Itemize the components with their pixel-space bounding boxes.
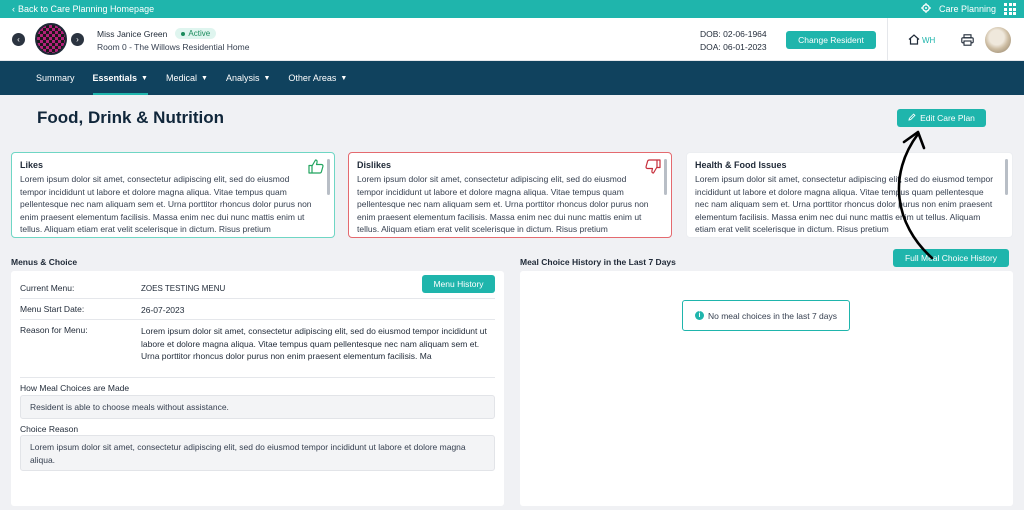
menu-start-date-label: Menu Start Date: [20,304,85,314]
thumbs-down-icon [645,159,661,179]
choice-reason-label: Choice Reason [20,424,79,434]
edit-care-plan-button[interactable]: Edit Care Plan [897,109,986,127]
nav-summary[interactable]: Summary [36,61,75,95]
chevron-down-icon: ▼ [141,74,148,82]
printer-icon[interactable] [961,33,974,51]
how-meal-choices-value: Resident is able to choose meals without… [20,395,495,419]
status-text: Active [188,29,211,38]
likes-text: Lorem ipsum dolor sit amet, consectetur … [20,174,312,235]
nav-essentials[interactable]: Essentials ▼ [92,61,149,95]
how-meal-choices-label: How Meal Choices are Made [20,383,130,393]
menus-panel: Menu History Current Menu: ZOES TESTING … [11,271,504,506]
dislikes-text: Lorem ipsum dolor sit amet, consectetur … [357,174,649,235]
nav-label: Summary [36,73,75,83]
scrollbar[interactable] [327,159,330,195]
home-code: WH [922,36,936,45]
user-avatar[interactable] [985,27,1011,53]
nav-label: Analysis [225,73,260,83]
chevron-left-icon: ‹ [12,4,15,14]
scrollbar[interactable] [1005,159,1008,195]
gear-icon[interactable] [920,3,931,15]
nav-label: Medical [165,73,197,83]
chevron-down-icon: ▼ [263,74,271,82]
chevron-right-icon: › [76,35,79,44]
resident-room: Room 0 - The Willows Residential Home [97,42,250,52]
prev-resident-button[interactable]: ‹ [12,33,25,46]
status-badge: Active [175,28,217,39]
back-link[interactable]: ‹ Back to Care Planning Homepage [12,4,154,14]
nav-label: Other Areas [288,73,337,83]
reason-label: Reason for Menu: [20,325,88,335]
current-menu-label: Current Menu: [20,283,75,293]
choice-reason-value: Lorem ipsum dolor sit amet, consectetur … [20,435,495,471]
resident-dates: DOB: 02-06-1964 DOA: 06-01-2023 [700,28,767,54]
info-icon: i [695,311,704,320]
dob: DOB: 02-06-1964 [700,29,767,39]
likes-card: Likes Lorem ipsum dolor sit amet, consec… [11,152,335,238]
nav-label: Essentials [92,73,138,83]
next-resident-button[interactable]: › [71,33,84,46]
menu-start-date-value: 26-07-2023 [141,305,185,315]
chevron-down-icon: ▼ [340,74,348,82]
home-icon [908,34,920,47]
grid-icon[interactable] [1004,3,1016,15]
dislikes-card: Dislikes Lorem ipsum dolor sit amet, con… [348,152,672,238]
status-dot-icon [181,31,186,36]
doa: DOA: 06-01-2023 [700,42,767,52]
meal-history-section-title: Meal Choice History in the Last 7 Days [520,257,676,267]
health-food-issues-card: Health & Food Issues Lorem ipsum dolor s… [686,152,1013,238]
edit-care-plan-label: Edit Care Plan [920,113,975,123]
main-nav: Summary Essentials ▼ Medical ▼ Analysis ▼ O… [0,61,1024,95]
home-button[interactable]: WH [908,34,935,47]
meal-history-panel: i No meal choices in the last 7 days [520,271,1013,506]
change-resident-button[interactable]: Change Resident [786,31,876,49]
chevron-left-icon: ‹ [17,35,20,44]
nav-analysis[interactable]: Analysis ▼ [226,61,270,95]
resident-header: ‹ › Miss Janice Green Active Room 0 - Th… [0,18,1024,61]
nav-medical[interactable]: Medical ▼ [166,61,208,95]
top-bar: ‹ Back to Care Planning Homepage Care Pl… [0,0,1024,18]
reason-value: Lorem ipsum dolor sit amet, consectetur … [141,326,487,362]
empty-state-notice: i No meal choices in the last 7 days [682,300,850,331]
pencil-icon [908,113,916,123]
current-menu-row: Current Menu: ZOES TESTING MENU [20,283,495,299]
menus-section-title: Menus & Choice [11,257,78,267]
current-menu-value: ZOES TESTING MENU [141,284,226,293]
empty-state-text: No meal choices in the last 7 days [708,310,837,321]
menu-start-date-row: Menu Start Date: 26-07-2023 [20,304,495,320]
health-text: Lorem ipsum dolor sit amet, consectetur … [695,174,994,235]
thumbs-up-icon [308,159,324,179]
dislikes-title: Dislikes [357,160,392,170]
likes-title: Likes [20,160,44,170]
app-label[interactable]: Care Planning [939,4,996,14]
divider [887,18,888,61]
back-link-label: Back to Care Planning Homepage [18,4,155,14]
chevron-down-icon: ▼ [201,74,208,82]
resident-avatar [35,23,67,55]
resident-name: Miss Janice Green [97,28,168,39]
scrollbar[interactable] [664,159,667,195]
health-title: Health & Food Issues [695,160,787,170]
page-title: Food, Drink & Nutrition [37,108,224,127]
nav-other-areas[interactable]: Other Areas ▼ [288,61,347,95]
full-meal-history-button[interactable]: Full Meal Choice History [893,249,1009,267]
reason-row: Reason for Menu: Lorem ipsum dolor sit a… [20,325,495,378]
